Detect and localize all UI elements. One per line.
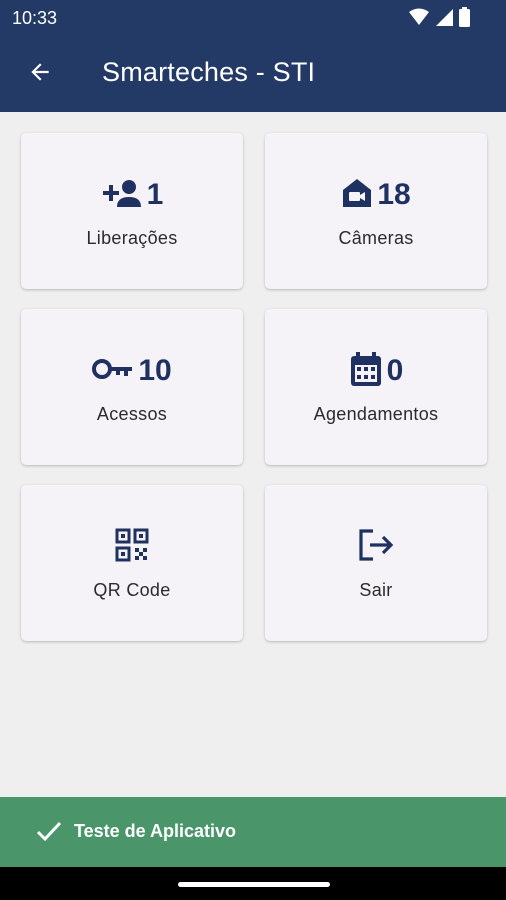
home-camera-icon <box>341 177 373 214</box>
card-liberacoes[interactable]: 1 Liberações <box>21 133 243 289</box>
check-icon <box>36 820 62 847</box>
card-count: 1 <box>146 178 164 211</box>
calendar-icon <box>349 351 383 392</box>
card-label: Acessos <box>96 404 168 424</box>
page-title: Smarteches - STI <box>102 57 316 87</box>
card-qr-code[interactable]: QR Code <box>21 485 243 641</box>
card-label: QR Code <box>93 580 171 600</box>
system-nav-bar <box>0 867 506 900</box>
card-label: Agendamentos <box>313 404 439 424</box>
key-icon <box>92 357 134 386</box>
signal-icon <box>435 8 453 31</box>
card-count: 10 <box>138 354 172 387</box>
status-icons <box>409 7 470 32</box>
person-add-icon <box>101 177 143 214</box>
app-bar: Smarteches - STI <box>0 36 506 112</box>
arrow-back-icon <box>27 59 53 90</box>
status-bar: 10:33 <box>0 0 506 36</box>
card-agendamentos[interactable]: 0 Agendamentos <box>265 309 487 465</box>
card-sair[interactable]: Sair <box>265 485 487 641</box>
battery-icon <box>459 7 470 32</box>
back-button[interactable] <box>20 56 60 92</box>
snackbar-message: Teste de Aplicativo <box>74 821 237 841</box>
card-acessos[interactable]: 10 Acessos <box>21 309 243 465</box>
card-label: Sair <box>359 580 393 600</box>
home-indicator[interactable] <box>178 882 330 887</box>
card-label: Liberações <box>86 228 178 248</box>
card-cameras[interactable]: 18 Câmeras <box>265 133 487 289</box>
logout-icon <box>357 528 395 567</box>
card-label: Câmeras <box>338 228 414 248</box>
status-time: 10:33 <box>12 8 58 28</box>
wifi-icon <box>409 8 429 31</box>
snackbar: Teste de Aplicativo <box>0 797 506 867</box>
card-count: 0 <box>386 354 404 387</box>
qr-code-icon <box>115 528 149 567</box>
card-count: 18 <box>377 178 411 211</box>
